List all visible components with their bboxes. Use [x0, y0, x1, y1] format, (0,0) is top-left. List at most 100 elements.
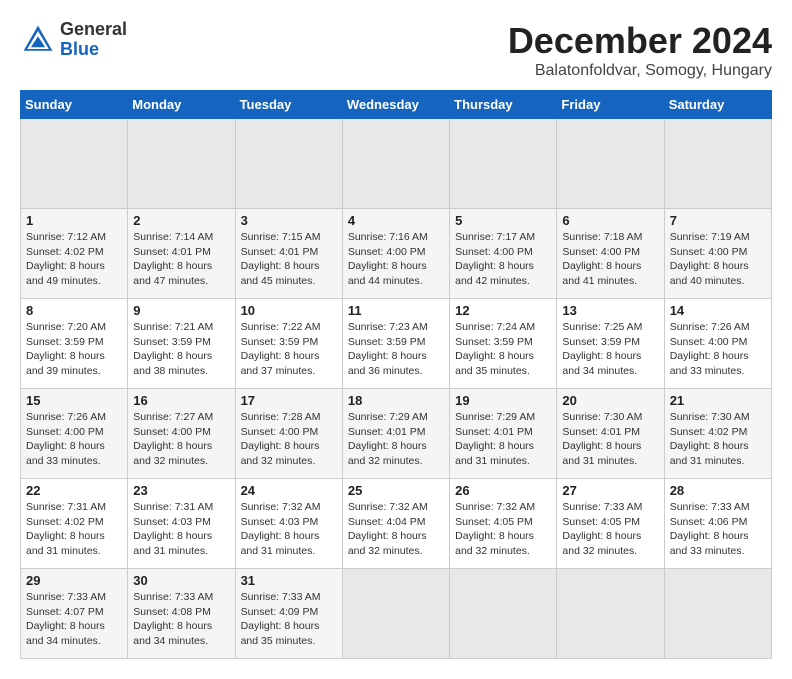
- calendar-cell: [21, 119, 128, 209]
- day-number: 2: [133, 213, 229, 228]
- day-number: 8: [26, 303, 122, 318]
- day-number: 29: [26, 573, 122, 588]
- calendar-cell: 3 Sunrise: 7:15 AMSunset: 4:01 PMDayligh…: [235, 209, 342, 299]
- header-day-friday: Friday: [557, 91, 664, 119]
- cell-content: Sunrise: 7:17 AMSunset: 4:00 PMDaylight:…: [455, 230, 551, 289]
- week-row-3: 15 Sunrise: 7:26 AMSunset: 4:00 PMDaylig…: [21, 389, 772, 479]
- day-number: 24: [241, 483, 337, 498]
- cell-content: Sunrise: 7:12 AMSunset: 4:02 PMDaylight:…: [26, 230, 122, 289]
- day-number: 23: [133, 483, 229, 498]
- calendar-cell: 16 Sunrise: 7:27 AMSunset: 4:00 PMDaylig…: [128, 389, 235, 479]
- calendar-cell: 20 Sunrise: 7:30 AMSunset: 4:01 PMDaylig…: [557, 389, 664, 479]
- week-row-1: 1 Sunrise: 7:12 AMSunset: 4:02 PMDayligh…: [21, 209, 772, 299]
- calendar-cell: 25 Sunrise: 7:32 AMSunset: 4:04 PMDaylig…: [342, 479, 449, 569]
- cell-content: Sunrise: 7:20 AMSunset: 3:59 PMDaylight:…: [26, 320, 122, 379]
- calendar-cell: 15 Sunrise: 7:26 AMSunset: 4:00 PMDaylig…: [21, 389, 128, 479]
- calendar-cell: [342, 569, 449, 659]
- day-number: 27: [562, 483, 658, 498]
- header-day-sunday: Sunday: [21, 91, 128, 119]
- calendar-cell: 10 Sunrise: 7:22 AMSunset: 3:59 PMDaylig…: [235, 299, 342, 389]
- calendar-cell: 11 Sunrise: 7:23 AMSunset: 3:59 PMDaylig…: [342, 299, 449, 389]
- calendar-cell: 7 Sunrise: 7:19 AMSunset: 4:00 PMDayligh…: [664, 209, 771, 299]
- calendar-cell: 2 Sunrise: 7:14 AMSunset: 4:01 PMDayligh…: [128, 209, 235, 299]
- day-number: 1: [26, 213, 122, 228]
- cell-content: Sunrise: 7:32 AMSunset: 4:03 PMDaylight:…: [241, 500, 337, 559]
- calendar-cell: [450, 569, 557, 659]
- calendar-cell: [342, 119, 449, 209]
- calendar-cell: 31 Sunrise: 7:33 AMSunset: 4:09 PMDaylig…: [235, 569, 342, 659]
- week-row-0: [21, 119, 772, 209]
- cell-content: Sunrise: 7:28 AMSunset: 4:00 PMDaylight:…: [241, 410, 337, 469]
- day-number: 16: [133, 393, 229, 408]
- day-number: 14: [670, 303, 766, 318]
- cell-content: Sunrise: 7:33 AMSunset: 4:09 PMDaylight:…: [241, 590, 337, 649]
- logo-icon: [20, 22, 56, 58]
- calendar-cell: 19 Sunrise: 7:29 AMSunset: 4:01 PMDaylig…: [450, 389, 557, 479]
- cell-content: Sunrise: 7:32 AMSunset: 4:04 PMDaylight:…: [348, 500, 444, 559]
- day-number: 28: [670, 483, 766, 498]
- day-number: 3: [241, 213, 337, 228]
- cell-content: Sunrise: 7:15 AMSunset: 4:01 PMDaylight:…: [241, 230, 337, 289]
- calendar-cell: [557, 569, 664, 659]
- week-row-2: 8 Sunrise: 7:20 AMSunset: 3:59 PMDayligh…: [21, 299, 772, 389]
- cell-content: Sunrise: 7:27 AMSunset: 4:00 PMDaylight:…: [133, 410, 229, 469]
- day-number: 19: [455, 393, 551, 408]
- calendar-cell: 22 Sunrise: 7:31 AMSunset: 4:02 PMDaylig…: [21, 479, 128, 569]
- calendar-cell: 14 Sunrise: 7:26 AMSunset: 4:00 PMDaylig…: [664, 299, 771, 389]
- cell-content: Sunrise: 7:33 AMSunset: 4:07 PMDaylight:…: [26, 590, 122, 649]
- calendar-cell: 6 Sunrise: 7:18 AMSunset: 4:00 PMDayligh…: [557, 209, 664, 299]
- cell-content: Sunrise: 7:29 AMSunset: 4:01 PMDaylight:…: [348, 410, 444, 469]
- cell-content: Sunrise: 7:23 AMSunset: 3:59 PMDaylight:…: [348, 320, 444, 379]
- calendar-cell: [235, 119, 342, 209]
- day-number: 15: [26, 393, 122, 408]
- day-number: 6: [562, 213, 658, 228]
- cell-content: Sunrise: 7:24 AMSunset: 3:59 PMDaylight:…: [455, 320, 551, 379]
- cell-content: Sunrise: 7:33 AMSunset: 4:05 PMDaylight:…: [562, 500, 658, 559]
- day-number: 20: [562, 393, 658, 408]
- week-row-4: 22 Sunrise: 7:31 AMSunset: 4:02 PMDaylig…: [21, 479, 772, 569]
- calendar-cell: [664, 119, 771, 209]
- cell-content: Sunrise: 7:22 AMSunset: 3:59 PMDaylight:…: [241, 320, 337, 379]
- calendar-cell: 29 Sunrise: 7:33 AMSunset: 4:07 PMDaylig…: [21, 569, 128, 659]
- subtitle: Balatonfoldvar, Somogy, Hungary: [508, 62, 772, 80]
- cell-content: Sunrise: 7:19 AMSunset: 4:00 PMDaylight:…: [670, 230, 766, 289]
- month-title: December 2024: [508, 20, 772, 62]
- header-day-wednesday: Wednesday: [342, 91, 449, 119]
- calendar-cell: 5 Sunrise: 7:17 AMSunset: 4:00 PMDayligh…: [450, 209, 557, 299]
- cell-content: Sunrise: 7:18 AMSunset: 4:00 PMDaylight:…: [562, 230, 658, 289]
- logo: General Blue: [20, 20, 127, 60]
- day-number: 30: [133, 573, 229, 588]
- day-number: 5: [455, 213, 551, 228]
- calendar-cell: 17 Sunrise: 7:28 AMSunset: 4:00 PMDaylig…: [235, 389, 342, 479]
- cell-content: Sunrise: 7:29 AMSunset: 4:01 PMDaylight:…: [455, 410, 551, 469]
- day-number: 31: [241, 573, 337, 588]
- day-number: 9: [133, 303, 229, 318]
- calendar-table: SundayMondayTuesdayWednesdayThursdayFrid…: [20, 90, 772, 659]
- calendar-cell: 26 Sunrise: 7:32 AMSunset: 4:05 PMDaylig…: [450, 479, 557, 569]
- calendar-cell: 21 Sunrise: 7:30 AMSunset: 4:02 PMDaylig…: [664, 389, 771, 479]
- calendar-cell: 13 Sunrise: 7:25 AMSunset: 3:59 PMDaylig…: [557, 299, 664, 389]
- week-row-5: 29 Sunrise: 7:33 AMSunset: 4:07 PMDaylig…: [21, 569, 772, 659]
- header-day-monday: Monday: [128, 91, 235, 119]
- calendar-cell: 28 Sunrise: 7:33 AMSunset: 4:06 PMDaylig…: [664, 479, 771, 569]
- calendar-header-row: SundayMondayTuesdayWednesdayThursdayFrid…: [21, 91, 772, 119]
- header-day-tuesday: Tuesday: [235, 91, 342, 119]
- cell-content: Sunrise: 7:33 AMSunset: 4:06 PMDaylight:…: [670, 500, 766, 559]
- logo-text: General Blue: [60, 20, 127, 60]
- day-number: 26: [455, 483, 551, 498]
- calendar-cell: 18 Sunrise: 7:29 AMSunset: 4:01 PMDaylig…: [342, 389, 449, 479]
- day-number: 17: [241, 393, 337, 408]
- calendar-cell: [557, 119, 664, 209]
- day-number: 7: [670, 213, 766, 228]
- calendar-cell: 12 Sunrise: 7:24 AMSunset: 3:59 PMDaylig…: [450, 299, 557, 389]
- cell-content: Sunrise: 7:16 AMSunset: 4:00 PMDaylight:…: [348, 230, 444, 289]
- day-number: 25: [348, 483, 444, 498]
- calendar-cell: [664, 569, 771, 659]
- day-number: 11: [348, 303, 444, 318]
- title-area: December 2024 Balatonfoldvar, Somogy, Hu…: [508, 20, 772, 80]
- day-number: 12: [455, 303, 551, 318]
- day-number: 21: [670, 393, 766, 408]
- day-number: 10: [241, 303, 337, 318]
- calendar-cell: 27 Sunrise: 7:33 AMSunset: 4:05 PMDaylig…: [557, 479, 664, 569]
- day-number: 4: [348, 213, 444, 228]
